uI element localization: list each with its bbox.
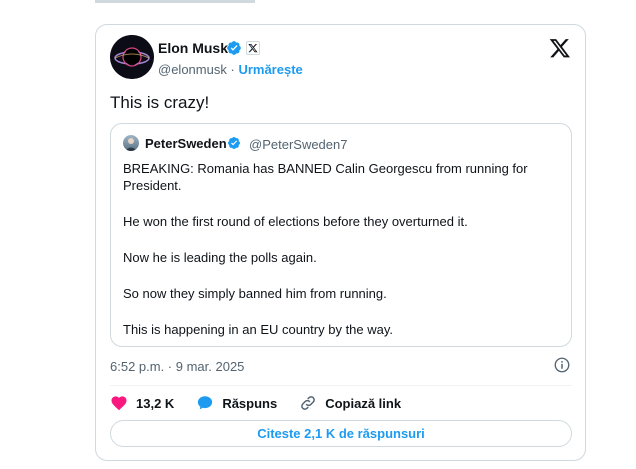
info-icon[interactable] [553, 356, 571, 374]
link-icon [301, 396, 316, 410]
quoted-author-avatar [123, 135, 139, 151]
embedded-post-card: Elon Musk @elonmusk · Urmărește This is … [95, 24, 586, 461]
quoted-paragraph: So now they simply banned him from runni… [123, 286, 387, 301]
quoted-paragraph: BREAKING: Romania has BANNED Calin Georg… [123, 161, 528, 193]
author-handle-row: @elonmusk · Urmărește [158, 62, 303, 77]
actions-divider [110, 385, 572, 386]
post-text: This is crazy! [110, 93, 210, 112]
copy-link-label: Copiază link [325, 395, 402, 411]
copy-link-button[interactable]: Copiază link [299, 394, 401, 412]
quoted-post[interactable]: PeterSweden @PeterSweden7 BREAKING: Roma… [110, 123, 572, 347]
author-name[interactable]: Elon Musk [158, 40, 228, 56]
reply-button[interactable]: Răspuns [196, 394, 277, 412]
actions-bar: 13,2 K Răspuns Copiază link [110, 393, 423, 413]
speech-bubble-icon [198, 396, 213, 410]
x-affiliate-icon [246, 41, 260, 55]
quoted-post-body: BREAKING: Romania has BANNED Calin Georg… [123, 160, 561, 357]
top-divider [95, 0, 255, 3]
verified-badge-icon [227, 41, 241, 55]
quoted-paragraph: He won the first round of elections befo… [123, 214, 468, 229]
like-count: 13,2 K [136, 395, 175, 411]
heart-icon [111, 396, 127, 411]
like-button[interactable]: 13,2 K [110, 394, 174, 412]
x-logo-icon[interactable] [549, 37, 571, 59]
reply-label: Răspuns [222, 395, 278, 411]
quoted-author-handle: @PeterSweden7 [249, 137, 348, 152]
author-handle[interactable]: @elonmusk [158, 62, 227, 77]
post-timestamp[interactable]: 6:52 p.m. · 9 mar. 2025 [110, 359, 244, 374]
quoted-author-name: PeterSweden [145, 136, 227, 151]
handle-separator: · [230, 62, 235, 77]
quoted-paragraph: Now he is leading the polls again. [123, 250, 317, 265]
quoted-paragraph: This is happening in an EU country by th… [123, 322, 394, 337]
quoted-verified-badge-icon [228, 137, 240, 149]
follow-link[interactable]: Urmărește [238, 62, 302, 77]
author-avatar[interactable] [110, 35, 154, 79]
read-replies-button[interactable]: Citeste 2,1 K de răspunsuri [110, 420, 572, 447]
avatar-image-icon [110, 35, 154, 79]
